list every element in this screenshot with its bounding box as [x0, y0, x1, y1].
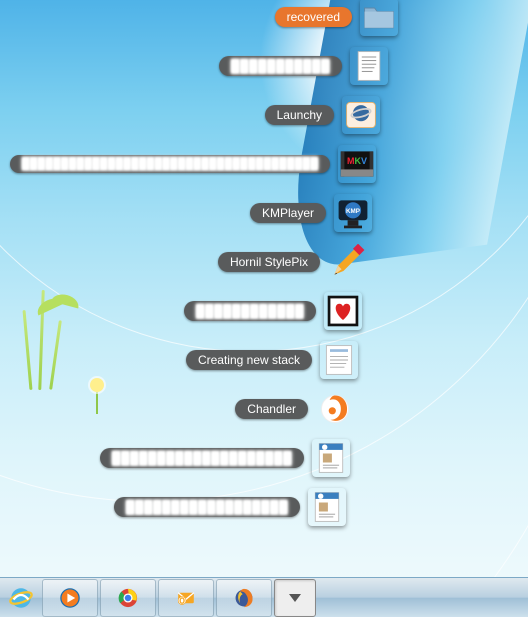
- outlook-icon: [173, 585, 199, 611]
- taskbar-chrome-button[interactable]: [100, 579, 156, 617]
- firefox-icon: [231, 585, 257, 611]
- stack-item-label: ██████████████████████████████████████: [10, 155, 330, 173]
- stack-item-label: Creating new stack: [186, 350, 312, 370]
- mkv-icon: MKV: [338, 145, 376, 183]
- taskbar-outlook-button[interactable]: [158, 579, 214, 617]
- taskbar-stack-button[interactable]: [274, 579, 316, 617]
- stack-item-label: Launchy: [265, 105, 334, 125]
- stack-item-label: ████████████████████: [100, 448, 304, 468]
- bluedoc-icon: [308, 488, 346, 526]
- pencil-icon: [328, 243, 366, 281]
- stack-item-label: ████████████: [184, 301, 316, 321]
- folder-icon: [360, 0, 398, 36]
- chandler-icon: [316, 390, 354, 428]
- svg-text:MKV: MKV: [347, 156, 367, 166]
- stack-item[interactable]: Hornil StylePix: [218, 243, 366, 281]
- chevron-down-icon: [289, 594, 301, 602]
- stack-item[interactable]: ██████████████████████████████████████ MK…: [10, 145, 376, 183]
- redheart-icon: [324, 292, 362, 330]
- taskbar: [0, 577, 528, 617]
- stack-item[interactable]: recovered: [275, 0, 398, 36]
- bluedoc-icon: [312, 439, 350, 477]
- stack-item[interactable]: ██████████████████: [114, 488, 346, 526]
- media-player-icon: [57, 585, 83, 611]
- taskbar-ie-button[interactable]: [2, 580, 40, 616]
- taskbar-wmp-button[interactable]: [42, 579, 98, 617]
- launchy-icon: [342, 96, 380, 134]
- decor-flower: [90, 378, 104, 392]
- textfile-icon: [350, 47, 388, 85]
- docpage-icon: [320, 341, 358, 379]
- stack-item[interactable]: ████████████████████: [100, 439, 350, 477]
- kmplayer-icon: KMP: [334, 194, 372, 232]
- desktop: recovered███████████Launchy█████████████…: [0, 0, 528, 617]
- stack-item-label: Hornil StylePix: [218, 252, 320, 272]
- stack-item-label: recovered: [275, 7, 352, 27]
- stack-item-label: ██████████████████: [114, 497, 300, 517]
- svg-text:KMP: KMP: [346, 208, 360, 215]
- stack-item[interactable]: KMPlayer KMP: [250, 194, 372, 232]
- stack-item-label: Chandler: [235, 399, 308, 419]
- decor-stem: [96, 392, 98, 414]
- stack-item[interactable]: ████████████: [184, 292, 362, 330]
- stack-item-label: KMPlayer: [250, 203, 326, 223]
- stack-item[interactable]: ███████████: [219, 47, 388, 85]
- stack-item[interactable]: Creating new stack: [186, 341, 358, 379]
- taskbar-firefox-button[interactable]: [216, 579, 272, 617]
- stack-item[interactable]: Chandler: [235, 390, 354, 428]
- stack-item[interactable]: Launchy: [265, 96, 380, 134]
- chrome-icon: [115, 585, 141, 611]
- stack-item-label: ███████████: [219, 56, 342, 76]
- ie-icon: [6, 583, 36, 613]
